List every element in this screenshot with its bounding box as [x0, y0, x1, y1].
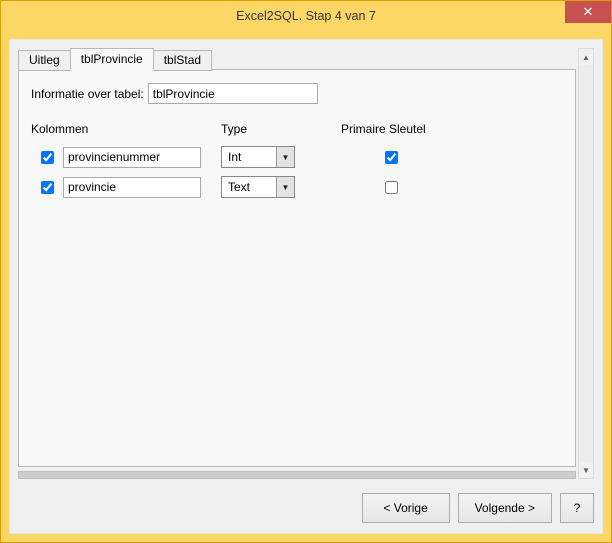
- table-name-input[interactable]: [148, 83, 318, 104]
- close-button[interactable]: ✕: [565, 1, 611, 23]
- app-window: Excel2SQL. Stap 4 van 7 ✕ Uitleg tblProv…: [0, 0, 612, 543]
- next-button[interactable]: Volgende >: [458, 493, 552, 523]
- include-checkbox[interactable]: [41, 181, 54, 194]
- titlebar[interactable]: Excel2SQL. Stap 4 van 7 ✕: [1, 1, 611, 31]
- type-cell: Text ▼: [221, 176, 341, 198]
- chevron-down-icon: ▼: [276, 147, 294, 167]
- tab-uitleg[interactable]: Uitleg: [18, 50, 71, 71]
- include-cell: [31, 148, 63, 167]
- header-kolommen: Kolommen: [31, 122, 221, 136]
- include-checkbox[interactable]: [41, 151, 54, 164]
- scroll-down-button[interactable]: ▼: [579, 462, 593, 478]
- hscrollbar[interactable]: [18, 471, 576, 479]
- tab-label: tblStad: [164, 53, 201, 67]
- pk-checkbox[interactable]: [385, 181, 398, 194]
- column-name-input[interactable]: [63, 177, 201, 198]
- button-label: < Vorige: [383, 501, 427, 515]
- tab-panel: Informatie over tabel: Kolommen Type Pri…: [18, 69, 576, 467]
- type-combo[interactable]: Int ▼: [221, 146, 295, 168]
- info-label: Informatie over tabel:: [31, 87, 144, 101]
- scroll-up-button[interactable]: ▲: [579, 49, 593, 65]
- column-headers: Kolommen Type Primaire Sleutel: [31, 122, 563, 136]
- client-area: Uitleg tblProvincie tblStad Informatie o…: [9, 39, 603, 534]
- column-row: Text ▼: [31, 176, 563, 198]
- column-row: Int ▼: [31, 146, 563, 168]
- button-label: ?: [574, 501, 581, 515]
- help-button[interactable]: ?: [560, 493, 594, 523]
- type-cell: Int ▼: [221, 146, 341, 168]
- tab-tblstad[interactable]: tblStad: [153, 50, 212, 71]
- chevron-down-icon: ▼: [582, 466, 590, 475]
- header-type: Type: [221, 122, 341, 136]
- tab-label: Uitleg: [29, 53, 60, 67]
- column-name-input[interactable]: [63, 147, 201, 168]
- include-cell: [31, 178, 63, 197]
- wizard-footer: < Vorige Volgende > ?: [18, 479, 594, 523]
- tab-tblprovincie[interactable]: tblProvincie: [70, 48, 154, 70]
- chevron-down-icon: ▼: [276, 177, 294, 197]
- content-row: Uitleg tblProvincie tblStad Informatie o…: [18, 48, 594, 479]
- chevron-up-icon: ▲: [582, 53, 590, 62]
- hscroll-thumb[interactable]: [18, 471, 576, 479]
- window-title: Excel2SQL. Stap 4 van 7: [1, 9, 611, 23]
- tab-label: tblProvincie: [81, 52, 143, 66]
- pk-cell: [361, 178, 421, 197]
- button-label: Volgende >: [475, 501, 535, 515]
- content-main: Uitleg tblProvincie tblStad Informatie o…: [18, 48, 576, 479]
- type-combo-value: Int: [222, 147, 276, 167]
- info-row: Informatie over tabel:: [31, 83, 563, 104]
- header-primaire-sleutel: Primaire Sleutel: [341, 122, 426, 136]
- tab-strip: Uitleg tblProvincie tblStad: [18, 48, 576, 70]
- close-icon: ✕: [583, 4, 594, 20]
- pk-checkbox[interactable]: [385, 151, 398, 164]
- type-combo-value: Text: [222, 177, 276, 197]
- pk-cell: [361, 148, 421, 167]
- type-combo[interactable]: Text ▼: [221, 176, 295, 198]
- tab-divider: [211, 69, 576, 70]
- window-chrome: Uitleg tblProvincie tblStad Informatie o…: [1, 31, 611, 542]
- vscrollbar[interactable]: ▲ ▼: [578, 48, 594, 479]
- prev-button[interactable]: < Vorige: [362, 493, 450, 523]
